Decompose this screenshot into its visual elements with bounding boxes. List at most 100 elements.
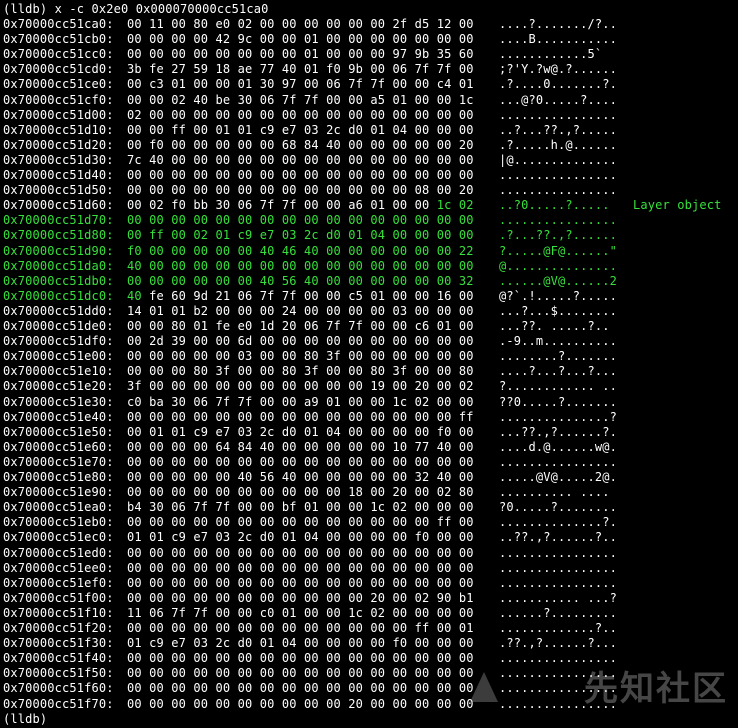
memory-row: 0x70000cc51e70: 00 00 00 00 00 00 00 00 0… — [3, 455, 627, 470]
memory-ascii: ..?0.....?..... — [499, 198, 610, 213]
memory-row: 0x70000cc51f40: 00 00 00 00 00 00 00 00 0… — [3, 651, 627, 666]
memory-ascii: .....@V@.....2@. — [499, 470, 617, 484]
memory-address: 0x70000cc51f30: — [3, 636, 114, 651]
memory-ascii: |@.............. — [499, 152, 617, 167]
memory-address: 0x70000cc51d80: — [3, 228, 114, 243]
memory-hex-bytes: 00 00 02 40 be 30 06 7f 7f 00 00 a5 01 0… — [127, 92, 474, 107]
memory-address: 0x70000cc51de0: — [3, 319, 114, 333]
hex-bytes-plain: 00 02 f0 bb 30 06 7f 7f 00 00 a6 01 00 0… — [127, 198, 437, 213]
memory-hex-bytes: 3f 00 00 00 00 00 00 00 00 00 00 19 00 2… — [127, 379, 474, 394]
memory-hex-bytes: 3b fe 27 59 18 ae 77 40 01 f0 9b 00 06 7… — [127, 62, 474, 77]
memory-ascii: ...??. .....?.. — [499, 319, 610, 333]
memory-row: 0x70000cc51d20: 00 f0 00 00 00 00 00 68 8… — [3, 138, 627, 153]
memory-ascii: .??.,?......?... — [499, 636, 617, 651]
memory-row: 0x70000cc51ee0: 00 00 00 00 00 00 00 00 0… — [3, 561, 627, 576]
memory-hex-bytes: 00 00 00 00 00 00 00 00 00 00 00 00 00 0… — [127, 183, 474, 198]
memory-row: 0x70000cc51d70: 00 00 00 00 00 00 00 00 0… — [3, 213, 627, 228]
memory-ascii: ?0.....?........ — [499, 500, 617, 515]
memory-hex-bytes: 00 2d 39 00 00 6d 00 00 00 00 00 00 00 0… — [127, 334, 474, 349]
memory-address: 0x70000cc51d70: — [3, 213, 114, 228]
memory-hex-bytes: 00 11 00 80 e0 02 00 00 00 00 00 00 2f d… — [127, 17, 474, 31]
memory-row: 0x70000cc51df0: 00 2d 39 00 00 6d 00 00 0… — [3, 334, 627, 349]
memory-row: 0x70000cc51f70: 00 00 00 00 00 00 00 00 0… — [3, 697, 627, 712]
watermark-text: 先知社区 — [584, 669, 728, 709]
memory-address: 0x70000cc51e90: — [3, 485, 114, 500]
memory-row: 0x70000cc51e50: 00 01 01 c9 e7 03 2c d0 0… — [3, 425, 627, 440]
memory-ascii: ................ — [499, 107, 617, 122]
memory-address: 0x70000cc51ea0: — [3, 500, 114, 515]
memory-ascii: ........... ...? — [499, 590, 617, 605]
memory-hex-bytes: 00 00 00 00 00 00 00 00 01 00 00 00 97 9… — [127, 47, 474, 62]
memory-address: 0x70000cc51d40: — [3, 168, 114, 182]
memory-address: 0x70000cc51e50: — [3, 424, 114, 439]
memory-address: 0x70000cc51cc0: — [3, 47, 114, 62]
memory-address: 0x70000cc51e60: — [3, 439, 114, 454]
memory-ascii: ..?...??.,?..... — [499, 122, 617, 137]
memory-hex-bytes: 00 00 00 00 00 00 00 00 00 00 00 00 00 0… — [127, 575, 474, 590]
memory-hex-bytes: 00 00 00 00 00 00 00 00 00 00 00 00 00 0… — [127, 409, 474, 424]
memory-ascii: ......?......... — [499, 605, 617, 620]
memory-row: 0x70000cc51ea0: b4 30 06 7f 7f 00 00 bf 0… — [3, 500, 627, 515]
memory-ascii: ................ — [499, 545, 617, 560]
memory-ascii: ..??.,?......?.. — [499, 530, 617, 545]
memory-ascii: .?...??.,?...... — [499, 228, 617, 243]
memory-ascii: ....?......./?.. — [499, 17, 617, 31]
memory-address: 0x70000cc51ed0: — [3, 545, 114, 560]
memory-row: 0x70000cc51e30: c0 ba 30 06 7f 7f 00 00 a… — [3, 395, 627, 410]
memory-address: 0x70000cc51eb0: — [3, 515, 114, 530]
memory-address: 0x70000cc51e00: — [3, 349, 114, 364]
memory-row: 0x70000cc51f20: 00 00 00 00 00 00 00 00 0… — [3, 621, 627, 636]
memory-hex-bytes: 00 02 f0 bb 30 06 7f 7f 00 00 a6 01 00 0… — [127, 198, 499, 213]
memory-hex-bytes: 02 00 00 00 00 00 00 00 00 00 00 00 00 0… — [127, 107, 474, 122]
memory-address: 0x70000cc51e80: — [3, 470, 114, 484]
memory-hex-bytes: 00 00 80 01 fe e0 1d 20 06 7f 7f 00 00 c… — [127, 319, 474, 333]
memory-address: 0x70000cc51f40: — [3, 651, 114, 666]
memory-row: 0x70000cc51d40: 00 00 00 00 00 00 00 00 0… — [3, 168, 627, 183]
memory-row: 0x70000cc51cf0: 00 00 02 40 be 30 06 7f 7… — [3, 93, 627, 108]
memory-hex-bytes: 00 00 00 00 00 00 00 00 00 00 00 00 00 f… — [127, 621, 474, 635]
memory-hex-bytes: 00 00 00 00 00 00 00 00 00 00 00 00 00 0… — [127, 454, 474, 469]
memory-address: 0x70000cc51d00: — [3, 107, 114, 122]
terminal-window[interactable]: (lldb) x -c 0x2e0 0x000070000cc51ca0 0x7… — [0, 0, 738, 728]
lldb-prompt[interactable]: (lldb) — [3, 712, 47, 727]
memory-hex-bytes: 00 00 00 00 00 00 00 00 00 00 00 00 00 0… — [127, 681, 474, 696]
memory-hex-bytes: 00 00 00 00 00 00 00 00 00 00 00 00 00 0… — [127, 515, 474, 530]
memory-address: 0x70000cc51ca0: — [3, 17, 114, 31]
memory-ascii: ................ — [499, 213, 617, 228]
memory-hex-bytes: 00 00 ff 00 01 01 c9 e7 03 2c d0 01 04 0… — [127, 122, 474, 137]
memory-address: 0x70000cc51e30: — [3, 394, 114, 409]
memory-address: 0x70000cc51cf0: — [3, 92, 114, 107]
memory-ascii: .......... .... — [499, 485, 610, 500]
memory-hex-bytes: 00 ff 00 02 01 c9 e7 03 2c d0 01 04 00 0… — [127, 228, 474, 243]
memory-ascii: ??0.....?....... — [499, 394, 617, 409]
memory-row: 0x70000cc51cd0: 3b fe 27 59 18 ae 77 40 0… — [3, 62, 627, 77]
memory-hex-bytes: 00 00 00 00 00 00 00 00 00 00 00 00 00 0… — [127, 651, 474, 666]
memory-row: 0x70000cc51ed0: 00 00 00 00 00 00 00 00 0… — [3, 546, 627, 561]
memory-ascii: ................ — [499, 168, 617, 182]
memory-ascii: ....d.@......w@. — [499, 439, 617, 454]
memory-row: 0x70000cc51da0: 40 00 00 00 00 00 00 00 0… — [3, 259, 627, 274]
memory-ascii: ............5` — [499, 47, 603, 62]
memory-hex-bytes: 00 01 01 c9 e7 03 2c d0 01 04 00 00 00 0… — [127, 424, 474, 439]
memory-address: 0x70000cc51d50: — [3, 183, 114, 198]
memory-address: 0x70000cc51cb0: — [3, 32, 114, 47]
memory-address: 0x70000cc51db0: — [3, 273, 114, 288]
memory-hex-bytes: 7c 40 00 00 00 00 00 00 00 00 00 00 00 0… — [127, 152, 474, 167]
memory-address: 0x70000cc51dd0: — [3, 303, 114, 318]
memory-row: 0x70000cc51de0: 00 00 80 01 fe e0 1d 20 0… — [3, 319, 627, 334]
layer-object-annotation: Layer object — [633, 198, 722, 213]
memory-ascii: ?.....@F@......" — [499, 243, 617, 258]
memory-hex-bytes: 11 06 7f 7f 00 00 c0 01 00 00 1c 02 00 0… — [127, 605, 474, 620]
memory-address: 0x70000cc51dc0: — [3, 288, 114, 303]
memory-address: 0x70000cc51df0: — [3, 334, 114, 349]
memory-hex-bytes: 00 00 00 00 00 00 40 56 40 00 00 00 00 0… — [127, 273, 474, 288]
hex-bytes-highlighted: 40 — [127, 288, 142, 303]
memory-row: 0x70000cc51d80: 00 ff 00 02 01 c9 e7 03 2… — [3, 228, 627, 243]
memory-ascii: .?....0.......?. — [499, 77, 617, 92]
memory-ascii: .............?.. — [499, 621, 617, 635]
memory-address: 0x70000cc51e20: — [3, 379, 114, 394]
memory-address: 0x70000cc51f50: — [3, 666, 114, 681]
memory-ascii: ...@?0.....?.... — [499, 92, 617, 107]
memory-row: 0x70000cc51cb0: 00 00 00 00 42 9c 00 00 0… — [3, 32, 627, 47]
memory-address: 0x70000cc51cd0: — [3, 62, 114, 77]
